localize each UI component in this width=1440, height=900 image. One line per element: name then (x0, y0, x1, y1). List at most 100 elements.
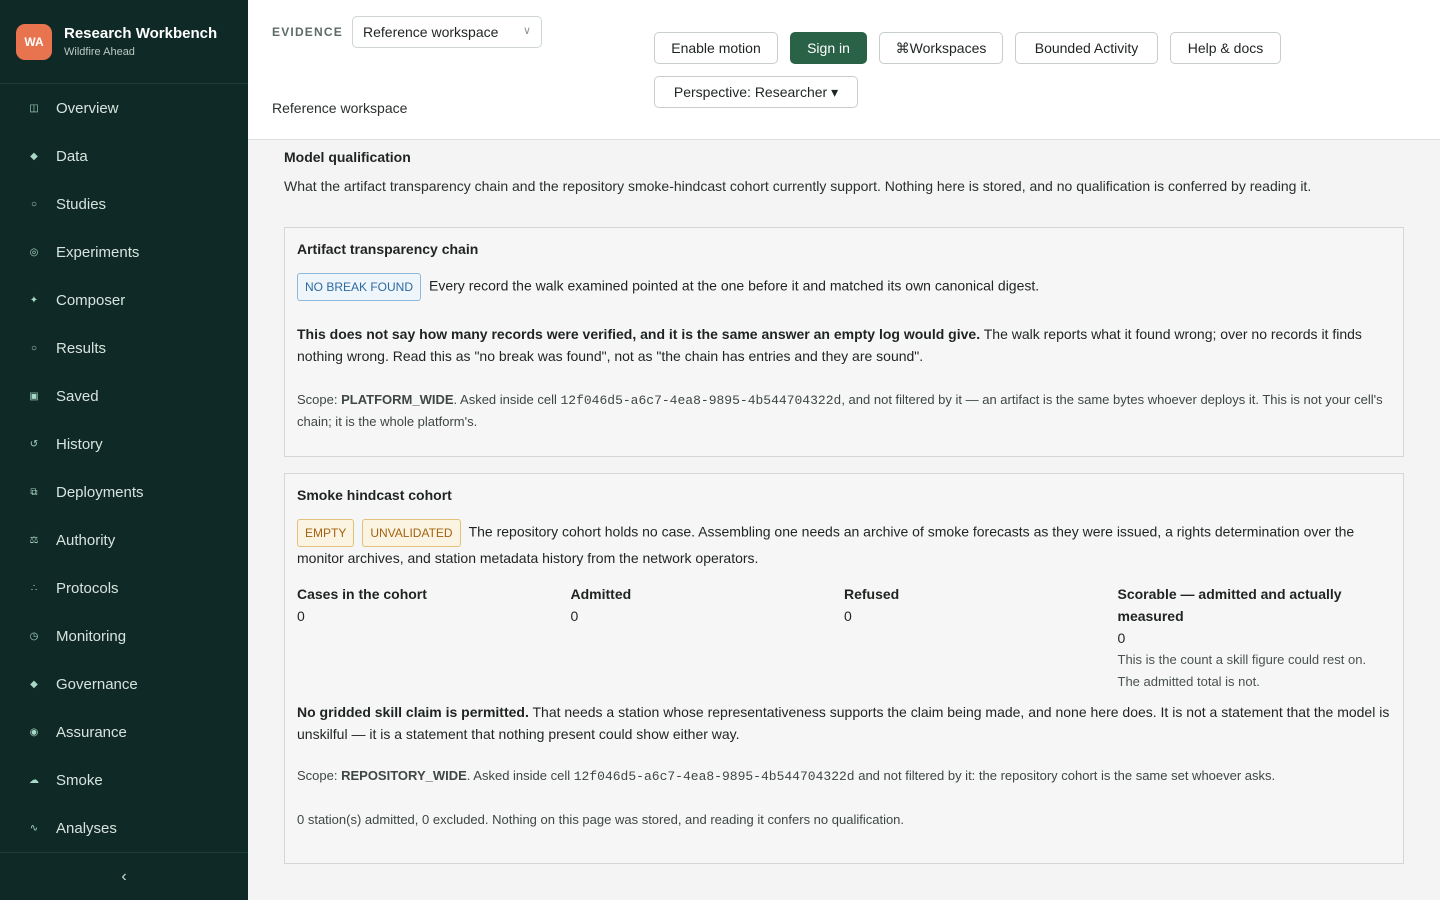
authority-icon: ⚖ (29, 534, 39, 546)
sidebar-item-analyses[interactable]: ∿ Analyses (0, 804, 248, 852)
metric-label: Admitted (570, 586, 632, 602)
sidebar-item-protocols[interactable]: ∴ Protocols (0, 564, 248, 612)
enable-motion-button[interactable]: Enable motion (654, 32, 778, 64)
metric-value: 0 (1117, 630, 1126, 646)
cell-id: 12f046d5-a6c7-4ea8-9895-4b544704322d (560, 393, 842, 408)
no-break-badge: NO BREAK FOUND (297, 273, 422, 301)
metric-note: This is the count a skill figure could r… (1117, 652, 1367, 689)
unvalidated-badge: UNVALIDATED (362, 519, 461, 547)
sidebar-item-label: Authority (56, 531, 116, 549)
deployments-icon: ⧉ (30, 486, 38, 498)
sidebar-item-label: Overview (56, 99, 119, 117)
sidebar-item-deployments[interactable]: ⧉ Deployments (0, 468, 248, 516)
governance-icon: ◆ (30, 678, 38, 690)
scope-mid: . Asked inside cell (466, 768, 574, 783)
cohort-scope: Scope: REPOSITORY_WIDE. Asked inside cel… (297, 765, 1391, 787)
saved-icon: ▣ (29, 390, 39, 402)
monitoring-icon: ◷ (29, 630, 39, 642)
perspective-select[interactable]: Perspective: Researcher ▾ (654, 76, 858, 108)
sidebar-item-smoke[interactable]: ☁ Smoke (0, 756, 248, 804)
collapse-sidebar-button[interactable]: ‹ (0, 852, 248, 900)
sidebar-item-monitoring[interactable]: ◷ Monitoring (0, 612, 248, 660)
chain-warning-bold: This does not say how many records were … (297, 326, 981, 342)
workspaces-button[interactable]: ⌘Workspaces (879, 32, 1003, 64)
sidebar-item-data[interactable]: ◆ Data (0, 132, 248, 180)
experiments-icon: ◎ (29, 246, 39, 258)
app-title: Research Workbench (64, 25, 218, 42)
sidebar-item-composer[interactable]: ✦ Composer (0, 276, 248, 324)
metric-label: Refused (844, 586, 900, 602)
metric-label: Scorable — admitted and actually measure… (1117, 586, 1342, 624)
sidebar-item-experiments[interactable]: ◎ Experiments (0, 228, 248, 276)
section-description: What the artifact transparency chain and… (284, 178, 1312, 194)
metric-value: 0 (844, 608, 852, 624)
data-icon: ◆ (30, 150, 38, 162)
sidebar-item-saved[interactable]: ▣ Saved (0, 372, 248, 420)
sidebar-item-label: Analyses (56, 819, 117, 837)
analyses-icon: ∿ (29, 822, 39, 834)
help-docs-button[interactable]: Help & docs (1170, 32, 1281, 64)
chevron-down-icon: ∨ (522, 25, 531, 37)
cell-id: 12f046d5-a6c7-4ea8-9895-4b544704322d (573, 769, 855, 784)
metric-admitted: Admitted 0 (571, 583, 845, 693)
sidebar-item-studies[interactable]: ○ Studies (0, 180, 248, 228)
empty-badge: EMPTY (297, 519, 355, 547)
chevron-left-icon: ‹ (121, 867, 127, 885)
sidebar-item-label: Composer (56, 291, 126, 309)
sidebar-item-authority[interactable]: ⚖ Authority (0, 516, 248, 564)
cohort-summary-row: EMPTY UNVALIDATED The repository cohort ho… (297, 519, 1391, 569)
section-title: Model qualification (284, 149, 411, 165)
sidebar-item-label: Saved (56, 387, 99, 405)
sidebar-item-results[interactable]: ○ Results (0, 324, 248, 372)
evidence-label: EVIDENCE (272, 25, 343, 39)
sidebar-nav: ◫ Overview ◆ Data ○ Studies ◎ Experiments ✦ Compo… (0, 84, 248, 852)
sidebar-item-label: Smoke (56, 771, 103, 789)
workspace-caption: Reference workspace (272, 100, 408, 116)
brand-badge: WA (16, 23, 52, 60)
sidebar-item-assurance[interactable]: ◉ Assurance (0, 708, 248, 756)
sidebar: WA Research Workbench Wildfire Ahead ◫ Ov… (0, 0, 248, 900)
metric-value: 0 (570, 608, 579, 624)
artifact-chain-card: Artifact transparency chain NO BREAK FOU… (284, 227, 1404, 457)
history-icon: ↺ (29, 438, 39, 450)
smoke-cohort-title: Smoke hindcast cohort (297, 487, 452, 503)
metric-value: 0 (297, 608, 305, 624)
cohort-footer: 0 station(s) admitted, 0 excluded. Nothi… (297, 812, 905, 827)
sidebar-item-label: Governance (56, 675, 138, 693)
sidebar-item-label: Results (56, 339, 107, 357)
sidebar-item-label: Studies (56, 195, 107, 213)
metric-scorable: Scorable — admitted and actually measure… (1118, 583, 1392, 693)
smoke-icon: ☁ (29, 774, 39, 786)
skill-claim: No gridded skill claim is permitted. Tha… (297, 701, 1391, 745)
sidebar-item-history[interactable]: ↺ History (0, 420, 248, 468)
skill-claim-bold: No gridded skill claim is permitted. (297, 704, 529, 720)
scope-rest: and not filtered by it: the repository c… (854, 768, 1276, 783)
bounded-activity-button[interactable]: Bounded Activity (1015, 32, 1158, 64)
chain-scope: Scope: PLATFORM_WIDE. Asked inside cell … (297, 389, 1391, 432)
sidebar-item-label: Data (56, 147, 88, 165)
chain-summary: Every record the walk examined pointed a… (429, 277, 1040, 294)
sidebar-item-label: History (56, 435, 103, 453)
metric-refused: Refused 0 (844, 583, 1118, 693)
workspace-select-value: Reference workspace (363, 24, 499, 40)
sidebar-item-label: Monitoring (56, 627, 127, 645)
sidebar-item-label: Assurance (56, 723, 127, 741)
overview-icon: ◫ (29, 102, 39, 114)
sidebar-item-overview[interactable]: ◫ Overview (0, 84, 248, 132)
sidebar-item-governance[interactable]: ◆ Governance (0, 660, 248, 708)
scope-prefix: Scope: (297, 392, 342, 407)
scope-prefix: Scope: (297, 768, 342, 783)
sidebar-item-label: Deployments (56, 483, 144, 501)
metric-label: Cases in the cohort (297, 586, 427, 602)
sign-in-button[interactable]: Sign in (790, 32, 867, 64)
app-subtitle: Wildfire Ahead (64, 46, 135, 58)
chain-warning: This does not say how many records were … (297, 323, 1391, 367)
assurance-icon: ◉ (29, 726, 39, 738)
brand-header[interactable]: WA Research Workbench Wildfire Ahead (0, 0, 248, 84)
main-content: Model qualification What the artifact tr… (248, 141, 1440, 900)
scope-value: PLATFORM_WIDE (341, 392, 454, 407)
cohort-metrics: Cases in the cohort 0 Admitted 0 Refused… (297, 583, 1391, 693)
chain-summary-row: NO BREAK FOUND Every record the walk exam… (297, 273, 1391, 301)
metric-cases: Cases in the cohort 0 (297, 583, 571, 693)
workspace-select[interactable]: Reference workspace ∨ (352, 16, 542, 48)
